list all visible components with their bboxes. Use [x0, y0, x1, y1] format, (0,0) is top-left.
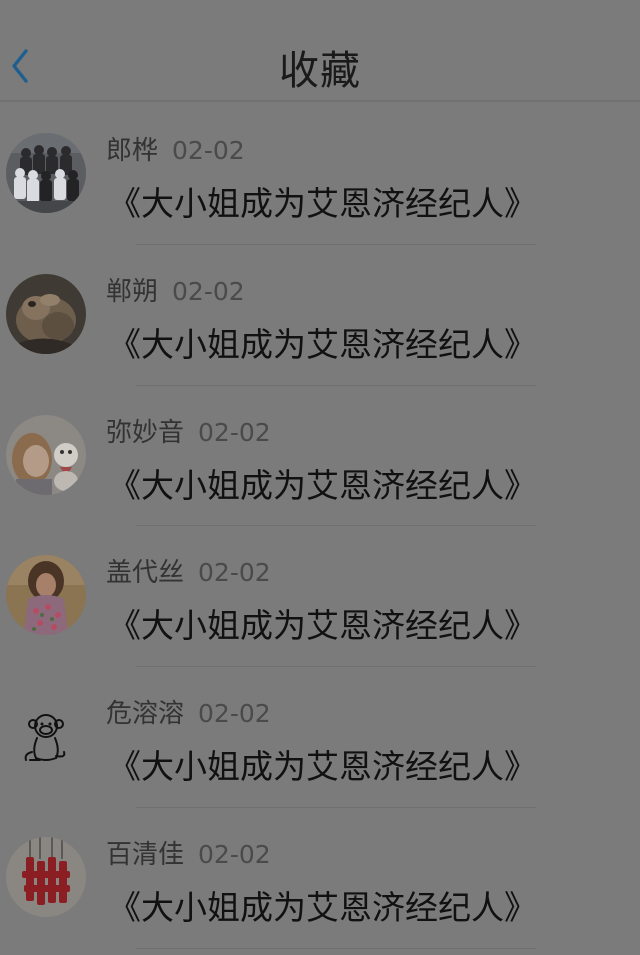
item-meta: 郎桦 02-02: [106, 134, 245, 168]
item-date: 02-02: [198, 699, 271, 729]
author-name: 弥妙音: [106, 417, 185, 448]
book-title[interactable]: 《大小姐成为艾恩济经纪人》: [108, 602, 537, 650]
list-item[interactable]: 郸朔 02-02 《大小姐成为艾恩济经纪人》: [0, 245, 640, 386]
author-name: 盖代丝: [106, 558, 185, 589]
item-date: 02-02: [172, 276, 245, 306]
item-meta: 盖代丝 02-02: [106, 556, 271, 590]
favorites-list: 郎桦 02-02 《大小姐成为艾恩济经纪人》 郸朔 02-02 《大小姐成为艾恩…: [0, 104, 640, 949]
item-date: 02-02: [198, 839, 271, 869]
author-name: 郎桦: [106, 136, 159, 166]
author-name: 郸朔: [106, 276, 159, 307]
list-item[interactable]: 郎桦 02-02 《大小姐成为艾恩济经纪人》: [0, 104, 640, 245]
item-meta: 弥妙音 02-02: [106, 416, 271, 450]
animal-photo-avatar[interactable]: [6, 273, 86, 354]
book-title[interactable]: 《大小姐成为艾恩济经纪人》: [108, 321, 537, 369]
red-knot-ornament-avatar[interactable]: [6, 836, 86, 917]
author-name: 危溶溶: [106, 699, 185, 730]
item-date: 02-02: [198, 558, 271, 588]
book-title[interactable]: 《大小姐成为艾恩济经纪人》: [108, 180, 537, 228]
girl-with-toy-avatar[interactable]: [6, 414, 86, 495]
book-title[interactable]: 《大小姐成为艾恩济经纪人》: [108, 743, 537, 791]
monkey-sketch-avatar[interactable]: [6, 696, 86, 777]
item-date: 02-02: [198, 417, 271, 447]
favorites-screen: 收藏 郎桦 02-02 《大小姐成为艾恩济经纪人》 郸朔 02-02 《大小姐成…: [0, 0, 640, 955]
girl-floral-dress-avatar[interactable]: [6, 555, 86, 636]
list-item[interactable]: 危溶溶 02-02 《大小姐成为艾恩济经纪人》: [0, 667, 640, 808]
book-title[interactable]: 《大小姐成为艾恩济经纪人》: [108, 884, 537, 932]
navigation-header: 收藏: [0, 0, 640, 102]
divider: [136, 947, 536, 949]
list-item[interactable]: 百清佳 02-02 《大小姐成为艾恩济经纪人》: [0, 808, 640, 949]
page-title: 收藏: [279, 48, 361, 94]
item-meta: 郸朔 02-02: [106, 275, 245, 309]
list-item[interactable]: 弥妙音 02-02 《大小姐成为艾恩济经纪人》: [0, 386, 640, 527]
item-meta: 百清佳 02-02: [106, 838, 271, 872]
author-name: 百清佳: [106, 839, 185, 870]
group-photo-avatar[interactable]: [6, 133, 86, 213]
list-item[interactable]: 盖代丝 02-02 《大小姐成为艾恩济经纪人》: [0, 526, 640, 668]
book-title[interactable]: 《大小姐成为艾恩济经纪人》: [108, 462, 537, 510]
item-date: 02-02: [172, 136, 245, 165]
item-meta: 危溶溶 02-02: [106, 697, 271, 731]
